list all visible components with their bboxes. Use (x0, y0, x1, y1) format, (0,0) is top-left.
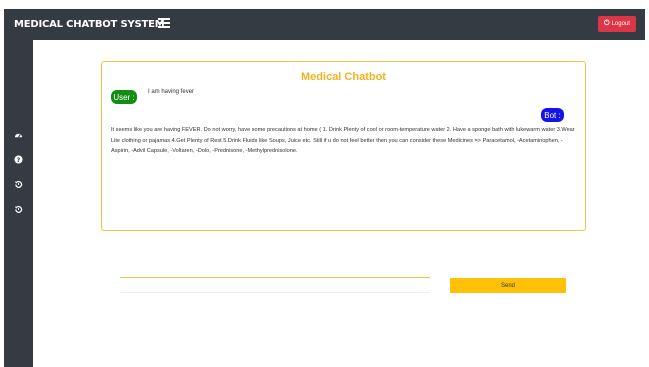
bot-message: It seems like you are having FEVER. Do n… (111, 127, 575, 154)
sidebar: ? (4, 40, 33, 367)
bot-badge: Bot : (541, 108, 564, 122)
power-icon: ⏻ (604, 20, 610, 27)
brand-title: MEDICAL CHATBOT SYSTEM (14, 19, 165, 30)
logout-button[interactable]: ⏻ Logout (598, 16, 636, 32)
chat-window: Medical Chatbot User : I am having fever… (101, 61, 586, 231)
logout-label: Logout (611, 21, 630, 27)
send-button[interactable]: Send (450, 278, 566, 293)
svg-text:?: ? (17, 156, 21, 163)
top-navbar: MEDICAL CHATBOT SYSTEM ⏻ Logout (4, 9, 645, 40)
dashboard-gauge-icon[interactable] (4, 128, 33, 142)
message-input[interactable] (120, 277, 430, 293)
user-message: I am having fever (148, 89, 195, 95)
user-badge: User : (111, 90, 137, 104)
history-icon[interactable] (4, 177, 33, 191)
history-icon[interactable] (4, 202, 33, 216)
help-question-icon[interactable]: ? (4, 152, 33, 166)
chat-title: Medical Chatbot (301, 71, 386, 83)
hamburger-menu-icon[interactable] (158, 18, 170, 30)
